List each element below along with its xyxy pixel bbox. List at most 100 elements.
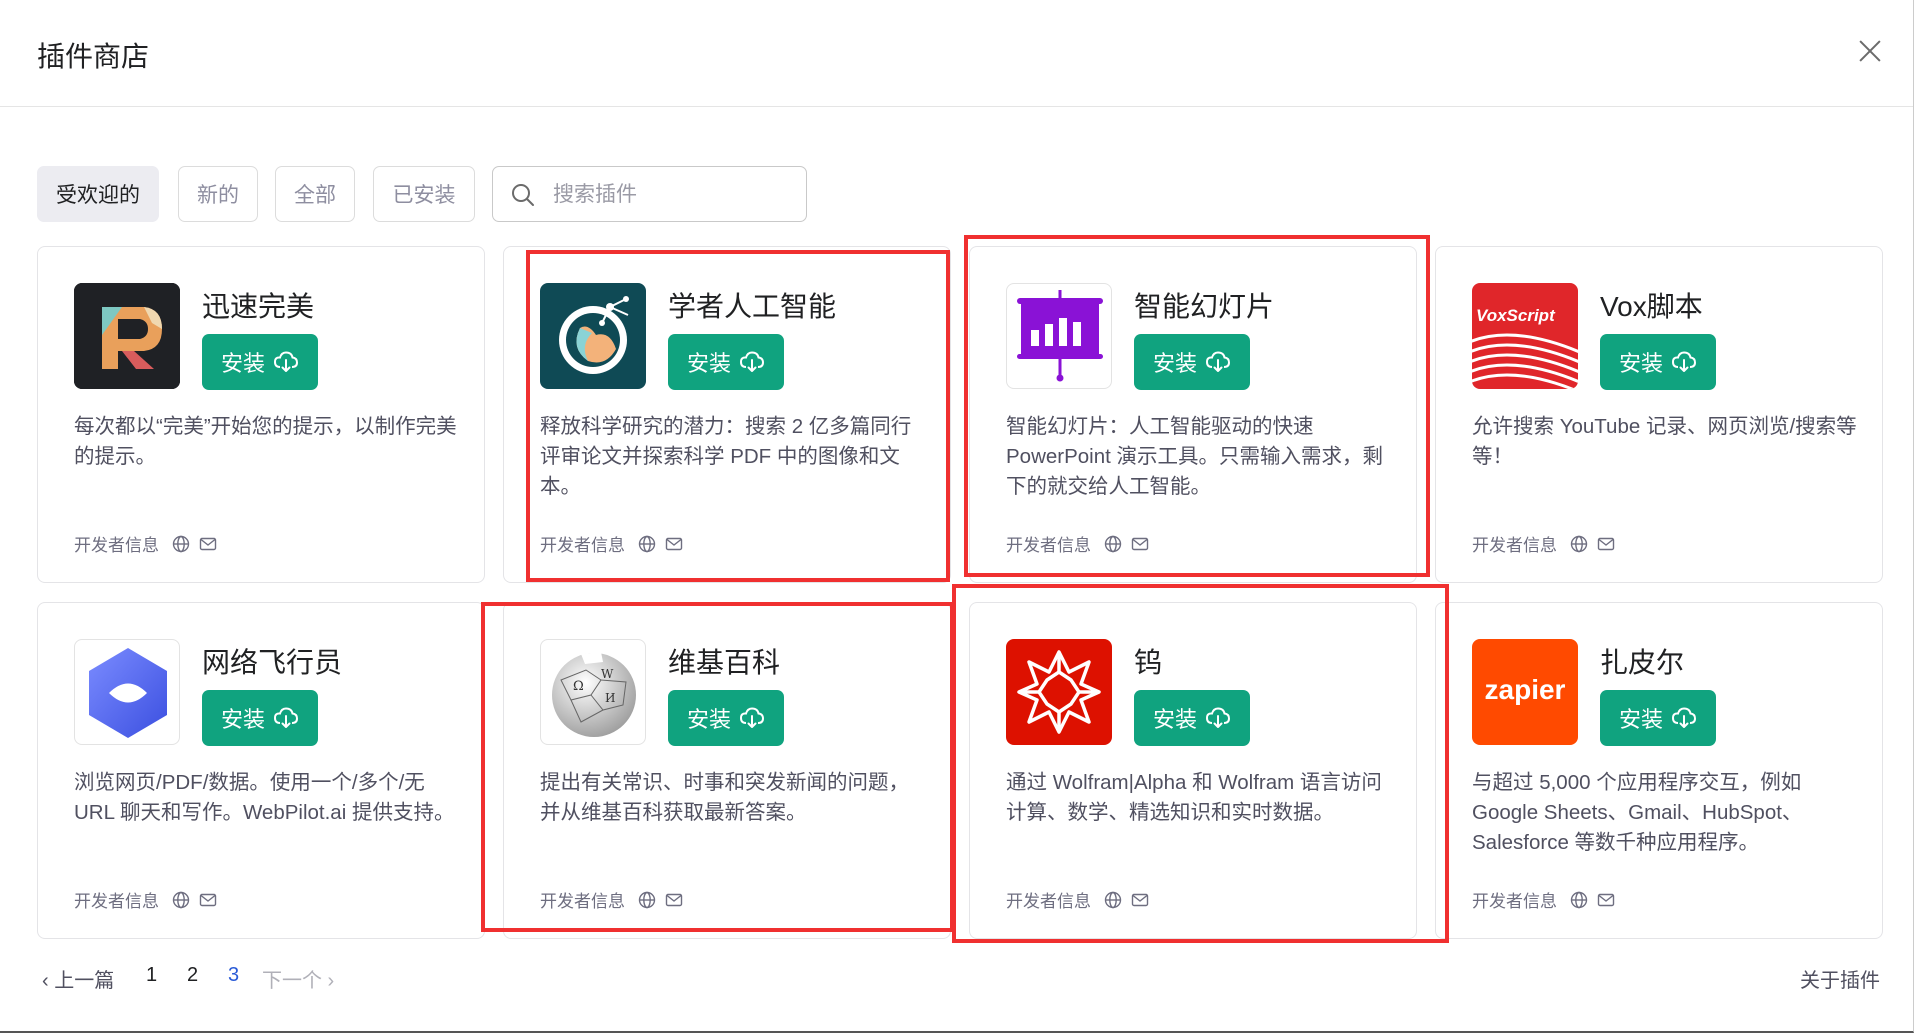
install-label: 安装 — [1152, 707, 1197, 732]
next-page-button[interactable]: 下一个 › — [262, 964, 334, 993]
install-label: 安装 — [220, 351, 265, 376]
zapier-logo: zapier — [1472, 639, 1578, 745]
page-2-button[interactable]: 2 — [187, 964, 198, 987]
globe-icon[interactable] — [1104, 535, 1122, 553]
voxscript-logo: VoxScript — [1472, 283, 1578, 389]
page-1-button[interactable]: 1 — [146, 964, 157, 987]
search-icon — [512, 184, 534, 206]
filter-popular[interactable]: 受欢迎的 — [37, 166, 159, 222]
mail-icon[interactable] — [1597, 891, 1615, 909]
plugin-description: 提出有关常识、时事和突发新闻的问题，并从维基百科获取最新答案。 — [540, 771, 909, 824]
prev-page-button[interactable]: ‹ 上一篇 — [42, 964, 114, 993]
cloud-download-icon — [1671, 351, 1697, 372]
plugin-card: 网络飞行员 安装 浏览网页/PDF/数据。使用一个/多个/无 URL 聊天和写作… — [37, 602, 485, 939]
filter-new[interactable]: 新的 — [178, 166, 258, 222]
developer-info: 开发者信息 — [540, 887, 683, 912]
install-button[interactable]: 安装 — [1134, 690, 1250, 746]
install-button[interactable]: 安装 — [668, 334, 784, 390]
install-label: 安装 — [1618, 707, 1663, 732]
install-label: 安装 — [220, 707, 265, 732]
filter-installed[interactable]: 已安装 — [373, 166, 475, 222]
voxscript-logo-text: VoxScript — [1476, 306, 1556, 325]
wolfram-logo — [1006, 639, 1112, 745]
install-label: 安装 — [1152, 351, 1197, 376]
cloud-download-icon — [1205, 707, 1231, 728]
developer-info-label: 开发者信息 — [74, 892, 159, 911]
developer-info-label: 开发者信息 — [1006, 892, 1091, 911]
cloud-download-icon — [1671, 707, 1697, 728]
plugin-description: 释放科学研究的潜力：搜索 2 亿多篇同行评审论文并探索科学 PDF 中的图像和文… — [540, 415, 912, 498]
filter-all[interactable]: 全部 — [275, 166, 355, 222]
mail-icon[interactable] — [1597, 535, 1615, 553]
plugin-description: 浏览网页/PDF/数据。使用一个/多个/无 URL 聊天和写作。WebPilot… — [74, 771, 455, 824]
presentation-chart-logo — [1006, 283, 1112, 389]
plugin-card: VoxScript Vox脚本 安装 允许搜索 YouTube 记录、网页浏览/… — [1435, 246, 1883, 583]
plugin-card: 迅速完美 安装 每次都以“完美”开始您的提示，以制作完美的提示。 开发者信息 — [37, 246, 485, 583]
plugin-name: 学者人工智能 — [668, 291, 837, 322]
developer-info: 开发者信息 — [74, 531, 217, 556]
mail-icon[interactable] — [1131, 891, 1149, 909]
search-input[interactable] — [551, 177, 795, 213]
mail-icon[interactable] — [665, 891, 683, 909]
developer-info-label: 开发者信息 — [1472, 892, 1557, 911]
plugin-card: zapier 扎皮尔 安装 与超过 5,000 个应用程序交互，例如 Googl… — [1435, 602, 1883, 939]
plugin-name: Vox脚本 — [1600, 291, 1703, 322]
install-button[interactable]: 安装 — [668, 690, 784, 746]
modal-header: 插件商店 — [0, 0, 1913, 107]
cloud-download-icon — [273, 707, 299, 728]
plugin-name: 迅速完美 — [202, 291, 315, 322]
install-button[interactable]: 安装 — [1600, 690, 1716, 746]
install-button[interactable]: 安装 — [202, 334, 318, 390]
prompt-perfect-logo — [74, 283, 180, 389]
plugin-description: 与超过 5,000 个应用程序交互，例如 Google Sheets、Gmail… — [1472, 771, 1803, 854]
globe-icon[interactable] — [172, 891, 190, 909]
globe-icon[interactable] — [638, 535, 656, 553]
about-plugins-link[interactable]: 关于插件 — [1800, 964, 1880, 993]
search-box — [492, 166, 807, 222]
plugin-description: 允许搜索 YouTube 记录、网页浏览/搜索等等！ — [1472, 415, 1857, 468]
plugin-description: 通过 Wolfram|Alpha 和 Wolfram 语言访问计算、数学、精选知… — [1006, 771, 1382, 824]
plugin-name: 维基百科 — [668, 647, 781, 678]
plugin-card: Ω W И 维基百科 安装 提出有关常识、时事和突发新闻的问题，并从维基百科获取… — [503, 602, 951, 939]
install-label: 安装 — [686, 351, 731, 376]
developer-info-label: 开发者信息 — [1472, 536, 1557, 555]
install-button[interactable]: 安装 — [202, 690, 318, 746]
plugin-description: 每次都以“完美”开始您的提示，以制作完美的提示。 — [74, 415, 457, 468]
install-button[interactable]: 安装 — [1134, 334, 1250, 390]
globe-icon[interactable] — [1570, 891, 1588, 909]
plugin-name: 钨 — [1134, 647, 1163, 678]
webpilot-logo — [74, 639, 180, 745]
globe-icon[interactable] — [638, 891, 656, 909]
page-3-button[interactable]: 3 — [228, 964, 239, 987]
developer-info: 开发者信息 — [1472, 531, 1615, 556]
developer-info-label: 开发者信息 — [540, 536, 625, 555]
plugin-name: 网络飞行员 — [202, 647, 343, 678]
developer-info-label: 开发者信息 — [1006, 536, 1091, 555]
developer-info: 开发者信息 — [1006, 531, 1149, 556]
modal-title: 插件商店 — [37, 41, 150, 72]
cloud-download-icon — [1205, 351, 1231, 372]
plugin-store-modal: 插件商店 受欢迎的 新的 全部 已安装 迅速完美 — [0, 0, 1914, 1033]
install-label: 安装 — [686, 707, 731, 732]
globe-icon[interactable] — [1570, 535, 1588, 553]
zapier-logo-text: zapier — [1485, 674, 1566, 705]
plugin-card: 智能幻灯片 安装 智能幻灯片：人工智能驱动的快速 PowerPoint 演示工具… — [969, 246, 1417, 583]
mail-icon[interactable] — [199, 891, 217, 909]
mail-icon[interactable] — [199, 535, 217, 553]
globe-icon[interactable] — [172, 535, 190, 553]
cloud-download-icon — [739, 351, 765, 372]
developer-info: 开发者信息 — [1472, 887, 1615, 912]
install-button[interactable]: 安装 — [1600, 334, 1716, 390]
plugin-name: 智能幻灯片 — [1134, 291, 1275, 322]
scholarai-logo — [540, 283, 646, 389]
install-label: 安装 — [1618, 351, 1663, 376]
globe-icon[interactable] — [1104, 891, 1122, 909]
developer-info-label: 开发者信息 — [74, 536, 159, 555]
close-icon[interactable] — [1853, 34, 1887, 68]
mail-icon[interactable] — [665, 535, 683, 553]
plugin-description: 智能幻灯片：人工智能驱动的快速 PowerPoint 演示工具。只需输入需求，剩… — [1006, 415, 1384, 498]
developer-info: 开发者信息 — [74, 887, 217, 912]
prev-page-label: 上一篇 — [54, 970, 115, 992]
mail-icon[interactable] — [1131, 535, 1149, 553]
next-page-label: 下一个 — [262, 970, 322, 992]
